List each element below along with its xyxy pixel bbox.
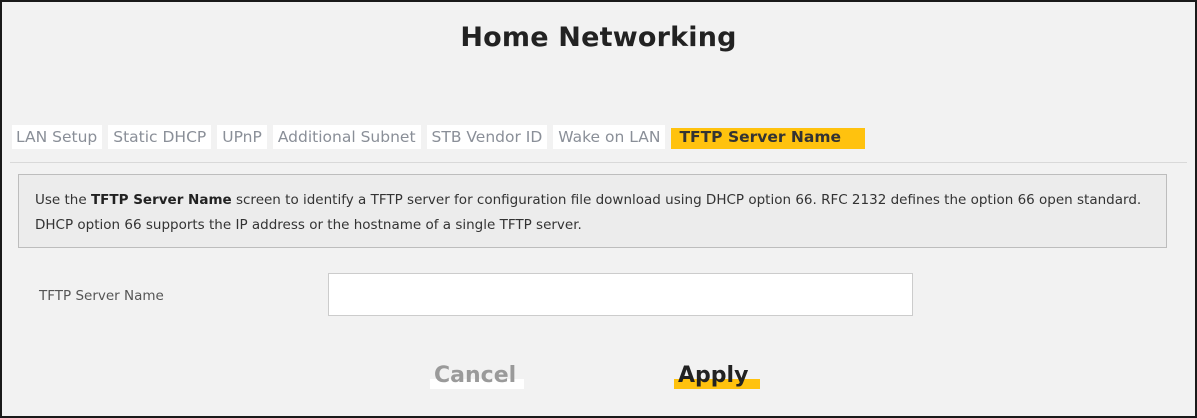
tftp-server-name-input[interactable] [328,273,913,316]
tab-lan-setup[interactable]: LAN Setup [12,125,103,149]
settings-panel: Home Networking LAN Setup Static DHCP UP… [0,0,1197,418]
tab-tftp-server-name[interactable]: TFTP Server Name [671,125,866,149]
info-description: Use the TFTP Server Name screen to ident… [18,174,1167,248]
tab-upnp[interactable]: UPnP [217,125,267,149]
tab-stb-vendor-id[interactable]: STB Vendor ID [426,125,548,149]
cancel-button[interactable]: Cancel [430,363,525,389]
page-title: Home Networking [460,22,737,53]
apply-button[interactable]: Apply [674,363,761,389]
tab-bar: LAN Setup Static DHCP UPnP Additional Su… [12,124,871,150]
info-text-prefix: Use the [35,192,91,208]
tab-static-dhcp[interactable]: Static DHCP [108,125,212,149]
tab-divider [10,162,1187,163]
info-text-bold: TFTP Server Name [90,192,232,208]
tftp-server-name-label: TFTP Server Name [39,288,164,304]
tab-additional-subnet[interactable]: Additional Subnet [272,125,421,149]
tab-wake-on-lan[interactable]: Wake on LAN [553,125,666,149]
